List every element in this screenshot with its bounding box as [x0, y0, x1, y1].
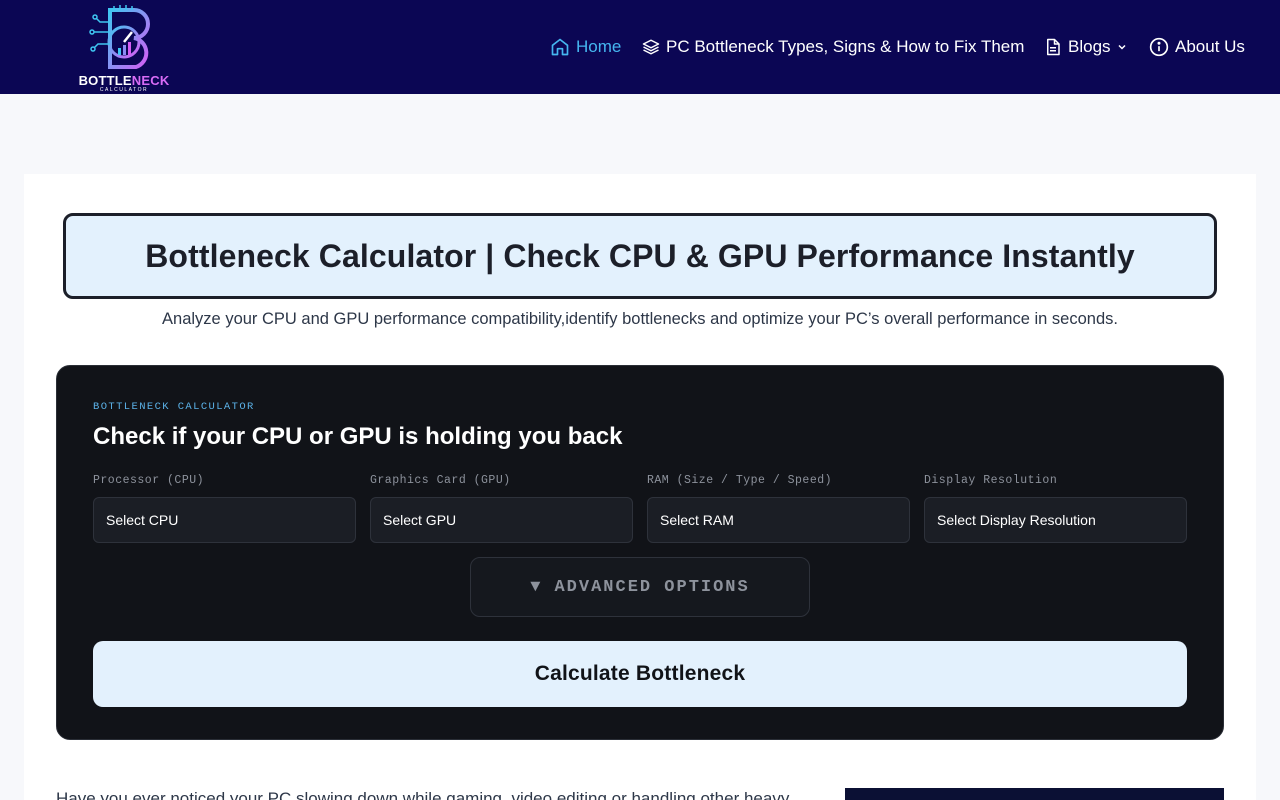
nav-home-label: Home: [576, 37, 622, 56]
nav-about-us-label: About Us: [1175, 37, 1245, 56]
calculator-eyebrow: BOTTLENECK CALCULATOR: [93, 401, 255, 413]
triangle-down-icon: ▼: [530, 577, 543, 597]
logo-wordmark: BOTTLENECK: [78, 73, 170, 88]
logo-subtitle: CALCULATOR: [99, 87, 149, 93]
content-card: Bottleneck Calculator | Check CPU & GPU …: [24, 174, 1256, 800]
page-title: Bottleneck Calculator | Check CPU & GPU …: [145, 237, 1135, 274]
site-logo[interactable]: BOTTLENECK CALCULATOR: [74, 4, 174, 93]
bottleneck-calculator-panel: BOTTLENECK CALCULATOR Check if your CPU …: [56, 365, 1224, 740]
nav-blogs-label: Blogs: [1068, 37, 1111, 56]
cpu-select-value: Select CPU: [106, 512, 179, 528]
document-icon: [1047, 38, 1060, 56]
intro-paragraph: Have you ever noticed your PC slowing do…: [56, 789, 790, 800]
hero-subtitle: Analyze your CPU and GPU performance com…: [162, 310, 1118, 328]
resolution-select-value: Select Display Resolution: [937, 512, 1096, 528]
advanced-options-label: ADVANCED OPTIONS: [554, 577, 750, 597]
home-icon: [551, 38, 569, 56]
site-header: BOTTLENECK CALCULATOR Home PC Bottleneck…: [0, 0, 1280, 94]
ram-select-value: Select RAM: [660, 512, 734, 528]
hero-title-box: Bottleneck Calculator | Check CPU & GPU …: [63, 213, 1217, 299]
advanced-options-toggle[interactable]: ▼ ADVANCED OPTIONS: [470, 557, 810, 617]
nav-bottleneck-types-label: PC Bottleneck Types, Signs & How to Fix …: [666, 37, 1025, 56]
gpu-select[interactable]: Select GPU: [370, 497, 633, 543]
resolution-label: Display Resolution: [924, 474, 1058, 487]
cpu-label: Processor (CPU): [93, 474, 205, 487]
nav-home[interactable]: Home: [550, 0, 621, 94]
gpu-select-value: Select GPU: [383, 512, 457, 528]
speedometer-b-logo-icon: [89, 5, 150, 69]
layers-icon: [642, 39, 660, 55]
cpu-select[interactable]: Select CPU: [93, 497, 356, 543]
chevron-down-icon: [1118, 44, 1126, 50]
gpu-label: Graphics Card (GPU): [370, 474, 511, 487]
article-image: [845, 788, 1224, 800]
calculate-bottleneck-button[interactable]: Calculate Bottleneck: [93, 641, 1187, 707]
resolution-select[interactable]: Select Display Resolution: [924, 497, 1187, 543]
nav-blogs[interactable]: Blogs: [1044, 0, 1127, 94]
nav-bottleneck-types[interactable]: PC Bottleneck Types, Signs & How to Fix …: [642, 0, 1024, 94]
calculate-button-label: Calculate Bottleneck: [534, 662, 746, 685]
nav-about-us[interactable]: About Us: [1149, 0, 1245, 94]
ram-select[interactable]: Select RAM: [647, 497, 910, 543]
calculator-heading: Check if your CPU or GPU is holding you …: [93, 423, 623, 450]
ram-label: RAM (Size / Type / Speed): [647, 474, 833, 487]
info-icon: [1149, 37, 1169, 57]
